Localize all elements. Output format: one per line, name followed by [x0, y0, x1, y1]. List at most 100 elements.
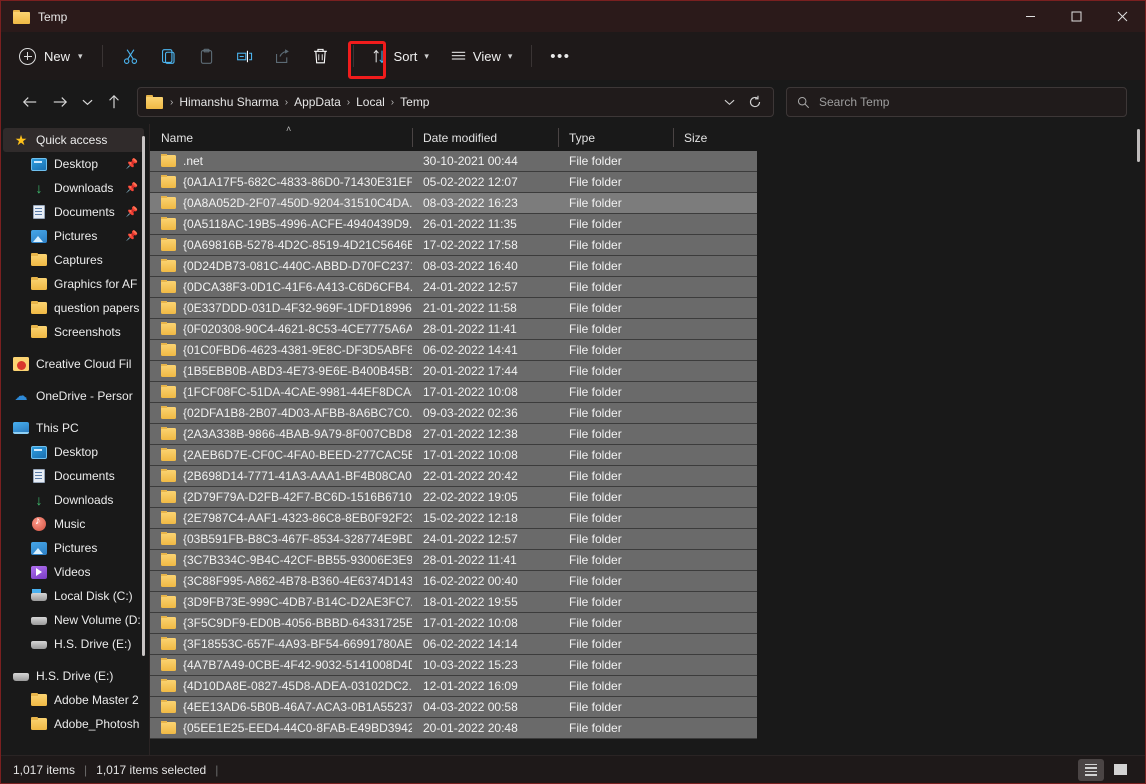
cut-button[interactable]: [112, 39, 150, 73]
sidebar-item-documents[interactable]: Documents: [3, 464, 144, 488]
sidebar-item-h-s-drive-e[interactable]: H.S. Drive (E:): [3, 632, 144, 656]
table-row[interactable]: .net30-10-2021 00:44File folder: [150, 151, 757, 172]
table-row[interactable]: {3C88F995-A862-4B78-B360-4E6374D143...16…: [150, 571, 757, 592]
table-row[interactable]: {01C0FBD6-4623-4381-9E8C-DF3D5ABF8...06-…: [150, 340, 757, 361]
sidebar-item-new-volume-d[interactable]: New Volume (D:: [3, 608, 144, 632]
table-row[interactable]: {02DFA1B8-2B07-4D03-AFBB-8A6BC7C0...09-0…: [150, 403, 757, 424]
table-row[interactable]: {05EE1E25-EED4-44C0-8FAB-E49BD39420...20…: [150, 718, 757, 739]
breadcrumb-item-0[interactable]: Himanshu Sharma: [174, 93, 283, 111]
folder-icon: [161, 722, 176, 734]
table-row[interactable]: {2AEB6D7E-CF0C-4FA0-BEED-277CAC5E3...17-…: [150, 445, 757, 466]
table-row[interactable]: {0DCA38F3-0D1C-41F6-A413-C6D6CFB4...24-0…: [150, 277, 757, 298]
navigation-pane[interactable]: ★Quick accessDesktop📌↓Downloads📌Document…: [1, 124, 150, 755]
sidebar-item-label: Adobe_Photosh: [54, 717, 139, 731]
table-row[interactable]: {3D9FB73E-999C-4DB7-B14C-D2AE3FC7A...18-…: [150, 592, 757, 613]
refresh-button[interactable]: [743, 90, 767, 114]
table-row[interactable]: {0A8A052D-2F07-450D-9204-31510C4DA...08-…: [150, 193, 757, 214]
sidebar-item-quick-access[interactable]: ★Quick access: [3, 128, 144, 152]
maximize-button[interactable]: [1053, 1, 1099, 32]
sidebar-item-h-s-drive-e[interactable]: H.S. Drive (E:): [3, 664, 144, 688]
table-row[interactable]: {0A5118AC-19B5-4996-ACFE-4940439D9...26-…: [150, 214, 757, 235]
table-row[interactable]: {3F5C9DF9-ED0B-4056-BBBD-64331725E5...17…: [150, 613, 757, 634]
address-bar[interactable]: › Himanshu Sharma › AppData › Local › Te…: [137, 87, 774, 117]
table-row[interactable]: {2E7987C4-AAF1-4323-86C8-8EB0F92F23...15…: [150, 508, 757, 529]
pin-icon[interactable]: 📌: [126, 159, 138, 170]
up-button[interactable]: [99, 87, 129, 117]
file-list[interactable]: .net30-10-2021 00:44File folder{0A1A17F5…: [150, 151, 1145, 755]
copy-button[interactable]: [150, 39, 188, 73]
share-button[interactable]: [264, 39, 302, 73]
pin-icon[interactable]: 📌: [126, 231, 138, 242]
sidebar-item-graphics-for-af[interactable]: Graphics for AF: [3, 272, 144, 296]
rename-button[interactable]: [226, 39, 264, 73]
column-header-size[interactable]: Size: [673, 124, 755, 151]
pin-icon[interactable]: 📌: [126, 183, 138, 194]
column-header-type[interactable]: Type: [558, 124, 673, 151]
close-button[interactable]: [1099, 1, 1145, 32]
pin-icon[interactable]: 📌: [126, 207, 138, 218]
recent-locations-button[interactable]: [75, 87, 99, 117]
sidebar-item-creative-cloud-fil[interactable]: Creative Cloud Fil: [3, 352, 144, 376]
search-box[interactable]: Search Temp: [786, 87, 1127, 117]
forward-button[interactable]: [45, 87, 75, 117]
sort-button[interactable]: Sort ▾: [363, 40, 438, 72]
sidebar-item-question-papers[interactable]: question papers: [3, 296, 144, 320]
new-button[interactable]: New ▾: [15, 40, 93, 72]
cell-name: {0A5118AC-19B5-4996-ACFE-4940439D9...: [150, 217, 412, 231]
cell-type: File folder: [558, 574, 673, 588]
table-row[interactable]: {0A1A17F5-682C-4833-86D0-71430E31EF...05…: [150, 172, 757, 193]
paste-button[interactable]: [188, 39, 226, 73]
sidebar-scrollbar-thumb[interactable]: [142, 136, 145, 656]
back-button[interactable]: [15, 87, 45, 117]
sidebar-item-desktop[interactable]: Desktop: [3, 440, 144, 464]
column-header-name[interactable]: Name ˄: [150, 124, 412, 151]
sidebar-item-captures[interactable]: Captures: [3, 248, 144, 272]
sidebar-item-music[interactable]: Music: [3, 512, 144, 536]
sidebar-item-adobe-photosh[interactable]: Adobe_Photosh: [3, 712, 144, 736]
table-row[interactable]: {0F020308-90C4-4621-8C53-4CE7775A6A...28…: [150, 319, 757, 340]
view-button[interactable]: View ▾: [442, 40, 521, 72]
sidebar-item-downloads[interactable]: ↓Downloads: [3, 488, 144, 512]
table-row[interactable]: {2B698D14-7771-41A3-AAA1-BF4B08CA0...22-…: [150, 466, 757, 487]
file-list-scrollbar-thumb[interactable]: [1137, 129, 1140, 162]
table-row[interactable]: {4D10DA8E-0827-45D8-ADEA-03102DC2...12-0…: [150, 676, 757, 697]
table-row[interactable]: {03B591FB-B8C3-467F-8534-328774E9BD...24…: [150, 529, 757, 550]
table-row[interactable]: {3F18553C-657F-4A93-BF54-66991780AE6...0…: [150, 634, 757, 655]
sidebar-item-downloads[interactable]: ↓Downloads📌: [3, 176, 144, 200]
pictures-icon: [31, 540, 47, 556]
table-row[interactable]: {0D24DB73-081C-440C-ABBD-D70FC2371...08-…: [150, 256, 757, 277]
table-row[interactable]: {2D79F79A-D2FB-42F7-BC6D-1516B6710...22-…: [150, 487, 757, 508]
breadcrumb-item-1[interactable]: AppData: [289, 93, 346, 111]
sidebar-item-pictures[interactable]: Pictures: [3, 536, 144, 560]
rename-icon: [236, 48, 254, 65]
title-bar-left: Temp: [1, 10, 67, 24]
details-view-button[interactable]: [1078, 759, 1104, 781]
sidebar-item-documents[interactable]: Documents📌: [3, 200, 144, 224]
cell-date: 27-01-2022 12:38: [412, 427, 558, 441]
sidebar-item-this-pc[interactable]: This PC: [3, 416, 144, 440]
sidebar-item-videos[interactable]: Videos: [3, 560, 144, 584]
delete-button[interactable]: [302, 39, 340, 73]
sidebar-item-desktop[interactable]: Desktop📌: [3, 152, 144, 176]
table-row[interactable]: {0E337DDD-031D-4F32-969F-1DFD189964...21…: [150, 298, 757, 319]
table-row[interactable]: {4A7B7A49-0CBE-4F42-9032-5141008D4D...10…: [150, 655, 757, 676]
search-input[interactable]: Search Temp: [819, 95, 889, 109]
table-row[interactable]: {1FCF08FC-51DA-4CAE-9981-44EF8DCA5...17-…: [150, 382, 757, 403]
breadcrumb-item-3[interactable]: Temp: [395, 93, 434, 111]
minimize-button[interactable]: [1007, 1, 1053, 32]
breadcrumb-item-2[interactable]: Local: [351, 93, 390, 111]
sidebar-item-pictures[interactable]: Pictures📌: [3, 224, 144, 248]
table-row[interactable]: {3C7B334C-9B4C-42CF-BB55-93006E3E9...28-…: [150, 550, 757, 571]
table-row[interactable]: {2A3A338B-9866-4BAB-9A79-8F007CBD8...27-…: [150, 424, 757, 445]
sidebar-item-screenshots[interactable]: Screenshots: [3, 320, 144, 344]
large-icons-view-button[interactable]: [1107, 759, 1133, 781]
more-options-button[interactable]: •••: [541, 39, 579, 73]
column-header-date[interactable]: Date modified: [412, 124, 558, 151]
table-row[interactable]: {4EE13AD6-5B0B-46A7-ACA3-0B1A55237...04-…: [150, 697, 757, 718]
table-row[interactable]: {1B5EBB0B-ABD3-4E73-9E6E-B400B45B1...20-…: [150, 361, 757, 382]
table-row[interactable]: {0A69816B-5278-4D2C-8519-4D21C5646B...17…: [150, 235, 757, 256]
sidebar-item-onedrive-persor[interactable]: ☁OneDrive - Persor: [3, 384, 144, 408]
sidebar-item-local-disk-c[interactable]: Local Disk (C:): [3, 584, 144, 608]
address-dropdown-button[interactable]: [717, 90, 741, 114]
sidebar-item-adobe-master-2[interactable]: Adobe Master 2: [3, 688, 144, 712]
